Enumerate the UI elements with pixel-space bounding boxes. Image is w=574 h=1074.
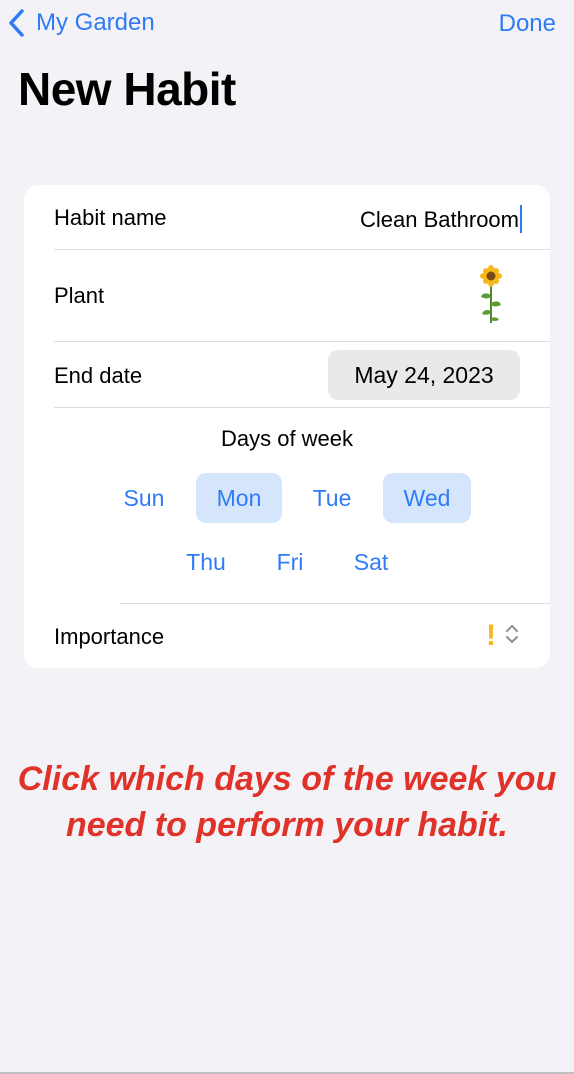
importance-row: Importance — [54, 624, 550, 654]
importance-picker[interactable]: ! — [486, 621, 520, 651]
importance-value: ! — [486, 619, 496, 652]
divider — [54, 341, 550, 342]
day-button-thu[interactable]: Thu — [170, 537, 242, 587]
habit-name-value: Clean Bathroom — [360, 207, 519, 232]
chevron-up-down-icon — [504, 623, 520, 650]
navigation-bar: My Garden Done — [0, 0, 574, 50]
days-of-week-title: Days of week — [220, 426, 354, 451]
importance-label: Importance — [54, 624, 165, 649]
day-button-wed[interactable]: Wed — [383, 473, 471, 523]
divider — [54, 407, 550, 408]
day-button-sat[interactable]: Sat — [336, 537, 406, 587]
end-date-label: End date — [54, 363, 143, 388]
back-button[interactable]: My Garden — [6, 8, 155, 38]
done-button[interactable]: Done — [499, 10, 556, 38]
text-cursor — [520, 205, 522, 233]
habit-name-input[interactable]: Clean Bathroom — [360, 205, 522, 233]
day-button-tue[interactable]: Tue — [296, 473, 368, 523]
sunflower-icon[interactable] — [476, 265, 506, 325]
back-button-label: My Garden — [36, 9, 155, 36]
instruction-text: Click which days of the week you need to… — [17, 760, 557, 844]
divider — [54, 249, 550, 250]
day-button-fri[interactable]: Fri — [258, 537, 322, 587]
plant-label: Plant — [54, 283, 105, 308]
page-title: New Habit — [18, 63, 236, 115]
chevron-left-icon — [9, 9, 24, 37]
day-button-sun[interactable]: Sun — [108, 473, 180, 523]
habit-name-label: Habit name — [54, 205, 167, 230]
day-button-mon[interactable]: Mon — [196, 473, 282, 523]
habit-name-row[interactable]: Habit name Clean Bathroom — [54, 205, 550, 235]
habit-form-card: Habit name Clean Bathroom Plant End date… — [24, 185, 550, 668]
divider — [120, 603, 550, 604]
end-date-picker[interactable]: May 24, 2023 — [328, 350, 520, 400]
